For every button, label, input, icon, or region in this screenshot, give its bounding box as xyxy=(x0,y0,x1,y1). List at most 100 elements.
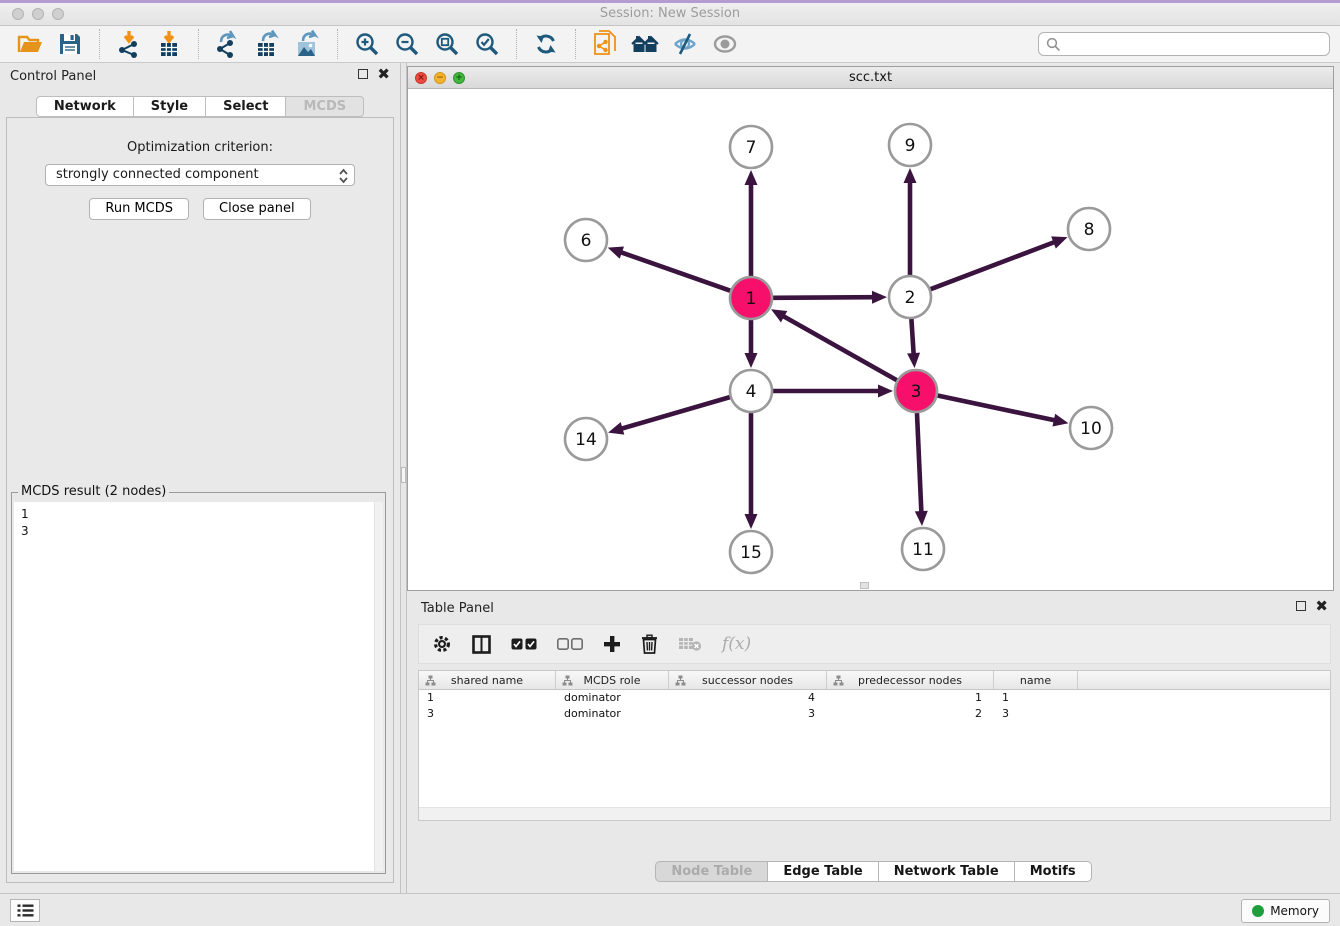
task-history-button[interactable] xyxy=(10,899,40,922)
edge-3-1[interactable] xyxy=(771,309,897,380)
import-table-icon[interactable] xyxy=(149,28,189,60)
refresh-icon[interactable] xyxy=(526,28,566,60)
edge-1-6[interactable] xyxy=(608,246,731,290)
edge-3-11[interactable] xyxy=(915,413,928,526)
column-panel-icon[interactable] xyxy=(472,635,491,654)
tab-node-table[interactable]: Node Table xyxy=(655,861,768,882)
tab-network-table[interactable]: Network Table xyxy=(879,861,1015,882)
memory-status-dot xyxy=(1252,905,1264,917)
table-row[interactable]: 1 dominator 4 1 1 xyxy=(419,690,1330,706)
edge-3-10[interactable] xyxy=(938,396,1069,427)
save-icon[interactable] xyxy=(50,28,90,60)
tab-mcds[interactable]: MCDS xyxy=(286,96,364,117)
maximize-network-button[interactable]: + xyxy=(453,72,465,84)
run-mcds-button[interactable]: Run MCDS xyxy=(89,198,189,220)
float-table-panel-icon[interactable] xyxy=(1296,601,1306,611)
mcds-result-textarea[interactable]: 1 3 xyxy=(14,502,383,871)
result-scrollbar[interactable] xyxy=(374,502,383,871)
table-settings-gear-icon[interactable] xyxy=(432,634,452,654)
optimization-criterion-select[interactable]: strongly connected component xyxy=(45,164,355,186)
table-header-row: shared name MCDS role successor nodes pr… xyxy=(419,671,1330,690)
tab-style[interactable]: Style xyxy=(134,96,206,117)
close-panel-icon[interactable]: ✖ xyxy=(377,69,390,79)
attribute-tree-icon xyxy=(425,675,436,689)
node-7[interactable]: 7 xyxy=(730,126,772,168)
select-stepper-icon xyxy=(338,168,349,191)
home-icon[interactable] xyxy=(625,28,665,60)
search-icon xyxy=(1046,37,1061,56)
edge-4-14[interactable] xyxy=(608,397,730,434)
minimize-window-button[interactable] xyxy=(32,8,44,20)
column-header-name[interactable]: name xyxy=(994,671,1078,689)
node-9[interactable]: 9 xyxy=(889,124,931,166)
node-4[interactable]: 4 xyxy=(730,370,772,412)
node-1[interactable]: 1 xyxy=(730,277,772,319)
splitter-grip[interactable] xyxy=(401,467,406,483)
export-table-icon[interactable] xyxy=(248,28,288,60)
edge-1-7[interactable] xyxy=(745,170,758,276)
maximize-window-button[interactable] xyxy=(52,8,64,20)
node-table[interactable]: shared name MCDS role successor nodes pr… xyxy=(418,670,1331,821)
open-folder-icon[interactable] xyxy=(10,28,50,60)
close-network-button[interactable]: × xyxy=(415,72,427,84)
search-input[interactable] xyxy=(1038,32,1330,56)
tab-select[interactable]: Select xyxy=(206,96,286,117)
zoom-out-icon[interactable] xyxy=(387,28,427,60)
toolbar-separator xyxy=(337,29,338,59)
float-panel-icon[interactable] xyxy=(358,69,368,79)
tab-edge-table[interactable]: Edge Table xyxy=(768,861,878,882)
network-from-file-icon[interactable] xyxy=(585,28,625,60)
edge-2-8[interactable] xyxy=(931,236,1068,289)
table-horizontal-scrollbar[interactable] xyxy=(419,807,1330,820)
panel-splitter[interactable] xyxy=(400,63,407,893)
attribute-tree-icon xyxy=(675,675,686,689)
zoom-in-icon[interactable] xyxy=(347,28,387,60)
edge-2-3[interactable] xyxy=(907,319,920,368)
memory-button[interactable]: Memory xyxy=(1241,899,1330,923)
export-image-icon[interactable] xyxy=(288,28,328,60)
edge-2-9[interactable] xyxy=(904,168,917,275)
column-header-predecessor-nodes[interactable]: predecessor nodes xyxy=(827,671,994,689)
close-window-button[interactable] xyxy=(12,8,24,20)
show-eye-icon[interactable] xyxy=(705,28,745,60)
zoom-fit-icon[interactable] xyxy=(427,28,467,60)
network-canvas[interactable]: 7 9 6 8 1 2 4 3 14 10 15 11 xyxy=(408,89,1333,590)
edge-1-2[interactable] xyxy=(773,291,887,304)
canvas-resize-grip[interactable] xyxy=(860,582,869,589)
edge-1-4[interactable] xyxy=(745,320,758,368)
delete-trash-icon[interactable] xyxy=(641,634,658,654)
tab-network[interactable]: Network xyxy=(36,96,134,117)
close-panel-button[interactable]: Close panel xyxy=(203,198,311,220)
zoom-selected-icon[interactable] xyxy=(467,28,507,60)
edge-4-15[interactable] xyxy=(745,413,758,529)
tab-motifs[interactable]: Motifs xyxy=(1015,861,1092,882)
deselect-all-icon[interactable] xyxy=(557,638,583,650)
node-8[interactable]: 8 xyxy=(1068,208,1110,250)
add-column-plus-icon[interactable] xyxy=(603,635,621,653)
table-toolbar: f(x) xyxy=(418,624,1331,664)
select-all-icon[interactable] xyxy=(511,638,537,650)
column-header-successor-nodes[interactable]: successor nodes xyxy=(669,671,827,689)
column-header-mcds-role[interactable]: MCDS role xyxy=(556,671,669,689)
minimize-network-button[interactable]: − xyxy=(434,72,446,84)
node-15[interactable]: 15 xyxy=(730,531,772,573)
column-header-shared-name[interactable]: shared name xyxy=(419,671,556,689)
list-icon xyxy=(17,904,34,917)
node-label: 3 xyxy=(911,382,922,402)
node-3[interactable]: 3 xyxy=(895,370,937,412)
node-6[interactable]: 6 xyxy=(565,219,607,261)
edge-4-3[interactable] xyxy=(773,385,893,398)
node-11[interactable]: 11 xyxy=(902,528,944,570)
hide-eye-icon[interactable] xyxy=(665,28,705,60)
node-10[interactable]: 10 xyxy=(1070,407,1112,449)
import-network-icon[interactable] xyxy=(109,28,149,60)
control-panel-tabs: Network Style Select MCDS xyxy=(0,96,400,117)
main-titlebar[interactable]: Session: New Session xyxy=(0,3,1340,26)
close-table-panel-icon[interactable]: ✖ xyxy=(1315,601,1328,611)
table-row[interactable]: 3 dominator 3 2 3 xyxy=(419,706,1330,722)
export-network-icon[interactable] xyxy=(208,28,248,60)
network-window-titlebar[interactable]: × − + scc.txt xyxy=(408,67,1333,89)
node-14[interactable]: 14 xyxy=(565,418,607,460)
node-2[interactable]: 2 xyxy=(889,276,931,318)
network-view-window: × − + scc.txt 7 9 6 8 1 2 4 3 14 10 15 11 xyxy=(407,66,1334,591)
